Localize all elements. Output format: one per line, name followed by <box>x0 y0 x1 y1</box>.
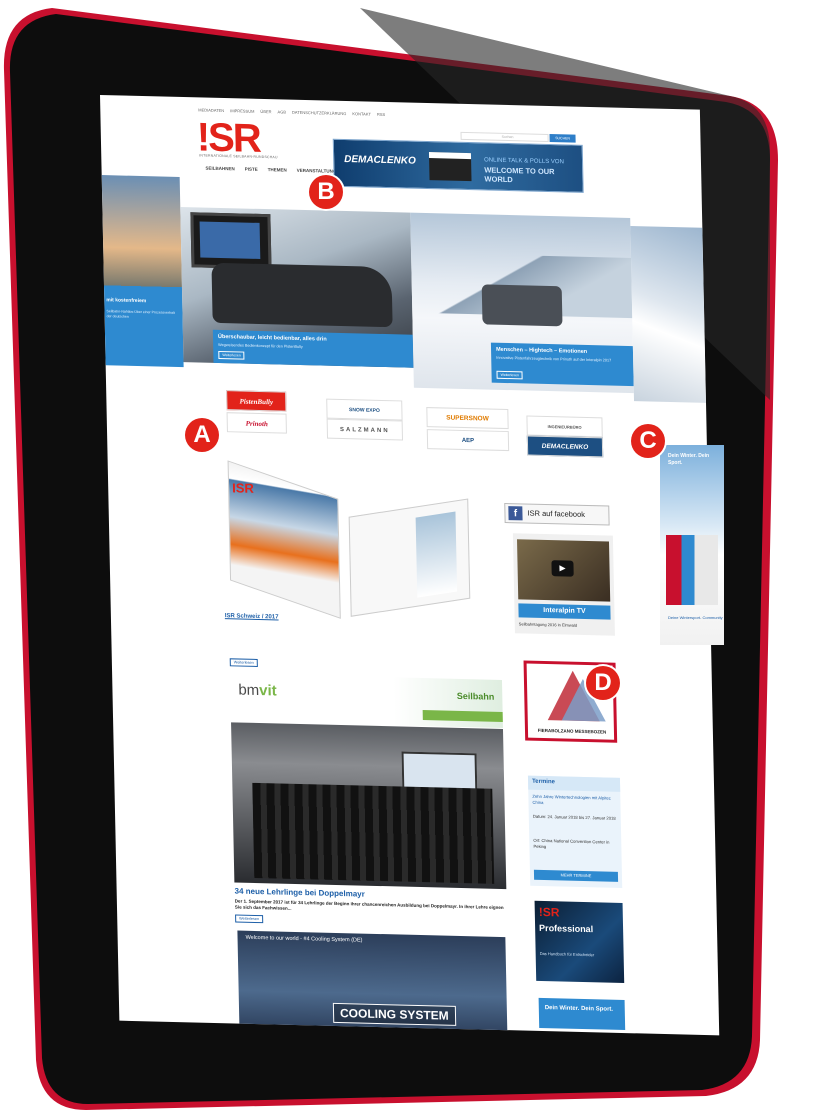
hero-read-more-button[interactable]: Weiterlesen <box>218 350 245 360</box>
left-skyscraper-ad[interactable]: mit kostenfreiem Seilbahn-Nahtlos-Über e… <box>101 175 184 368</box>
event-title[interactable]: Zehn Jahre Wintertechnologien mit Alpite… <box>532 794 616 807</box>
isr-logo[interactable]: !SR <box>196 115 260 161</box>
hero-caption: Überschaubar, leicht bedienbar, alles dr… <box>212 329 414 368</box>
hero-slide-mountains[interactable] <box>630 225 707 403</box>
winter-sport-ad[interactable]: Dein Winter. Dein Sport. <box>538 997 626 1031</box>
right-skyscraper-ad[interactable]: Dein Winter. Dein Sport. Deine Winterspo… <box>660 445 724 645</box>
hero-subtitle: Innovative Pistenfahrzeugtechnik von Pri… <box>496 355 612 363</box>
events-widget: Termine Zehn Jahre Wintertechnologien mi… <box>527 775 623 888</box>
bmvit-logo: bmvit <box>238 681 277 700</box>
marker-a: A <box>185 418 219 452</box>
util-link-mediadaten[interactable]: MEDIADATEN <box>198 107 224 113</box>
fiera-ad-text: FIERABOLZANO MESSEBOZEN <box>537 727 607 735</box>
event-date: Datum: 24. Januar 2018 bis 27. Januar 20… <box>532 813 616 821</box>
video-player[interactable]: Welcome to our world - #4 Cooling System… <box>237 930 508 1036</box>
control-panel-image <box>211 262 393 328</box>
group-photo <box>252 782 495 884</box>
hero-title: Menschen – Hightech – Emotionen <box>495 346 588 355</box>
util-link-impressum[interactable]: IMPRESSUM <box>230 108 254 114</box>
magazine-open-spread <box>348 498 471 617</box>
video-title: Welcome to our world - #4 Cooling System… <box>245 934 363 944</box>
bmvit-banner[interactable]: bmvit Seilbahn <box>230 673 503 728</box>
skiers-image <box>666 535 718 605</box>
facebook-button[interactable]: f ISR auf facebook <box>504 502 610 526</box>
util-link-datenschutz[interactable]: DATENSCHUTZERKLÄRUNG <box>292 110 346 116</box>
magazine-link[interactable]: ISR Schweiz / 2017 <box>225 613 279 620</box>
prof-ad-logo: !SR <box>538 904 560 920</box>
tv-label[interactable]: Interalpin TV <box>518 603 611 620</box>
winter-ad-text: Dein Winter. Dein Sport. <box>544 1005 614 1013</box>
left-ad-text: Seilbahn-Nahtlos-Über einer Prozessverha… <box>106 309 175 319</box>
green-accent-bar <box>422 710 503 722</box>
banner-headline: WELCOME TO OUR WORLD <box>484 165 555 185</box>
facebook-icon: f <box>508 506 523 521</box>
sponsor-snow-expo[interactable]: SNOW EXPO <box>326 398 403 421</box>
facebook-label: ISR auf facebook <box>527 508 586 519</box>
hero-read-more-button[interactable]: Weiterlesen <box>496 370 524 380</box>
nav-piste[interactable]: PISTE <box>245 167 258 172</box>
interalpin-tv-widget: ▶ Interalpin TV Seilbahntagung 2016 in E… <box>512 533 615 636</box>
prof-ad-title: Professional <box>539 922 594 935</box>
util-link-agb[interactable]: AGB <box>277 109 286 114</box>
sponsor-prinoth[interactable]: Prinoth <box>226 412 287 434</box>
util-link-rss[interactable]: RSS <box>377 112 385 117</box>
util-link-ueber[interactable]: ÜBER <box>260 109 271 114</box>
isr-professional-ad[interactable]: !SR Professional Das Handbuch für Entsch… <box>534 900 625 984</box>
nav-seilbahnen[interactable]: SEILBAHNEN <box>205 166 234 172</box>
marker-c: C <box>631 424 665 458</box>
sponsor-aep[interactable]: AEP <box>426 429 510 452</box>
marker-d: D <box>586 666 620 700</box>
news-text: Der 1. September 2017 ist für 34 Lehrlin… <box>234 898 504 911</box>
sponsor-ingenieurbuero[interactable]: INGENIEURBÜRO <box>526 415 603 438</box>
sponsor-pistenbully[interactable]: PistenBully <box>226 390 287 412</box>
prof-ad-subtitle: Das Handbuch für Entscheider <box>539 950 595 958</box>
news-title[interactable]: 34 neue Lehrlinge bei Doppelmayr <box>234 886 364 898</box>
right-ad-subtitle: Deine Wintersport- Community <box>668 615 723 620</box>
more-events-button[interactable]: MEHR TERMINE <box>533 869 619 882</box>
right-ad-title: Dein Winter. Dein Sport. <box>668 453 710 466</box>
sponsor-supersnow[interactable]: SUPERSNOW <box>426 407 509 430</box>
hero-caption: Menschen – Hightech – Emotionen Innovati… <box>490 342 634 387</box>
magazine-cover-image[interactable]: ISR <box>218 460 491 619</box>
video-label: COOLING SYSTEM <box>332 1002 456 1026</box>
sponsor-salzmann[interactable]: SALZMANN <box>326 418 404 441</box>
left-ad-title: mit kostenfreiem <box>106 297 147 305</box>
hero-title: Überschaubar, leicht bedienbar, alles dr… <box>217 333 327 343</box>
hero-subtitle: Wegweisendes Bedienkonzept für den Piste… <box>218 342 303 350</box>
sponsor-demaclenko[interactable]: DEMACLENKO <box>526 435 604 458</box>
demaclenko-top-banner[interactable]: DEMACLENKO ONLINE TALK & POLLS VON WELCO… <box>332 138 584 193</box>
magazine-logo: ISR <box>231 480 254 496</box>
clapperboard-icon <box>428 152 472 182</box>
news-photo-apprentices[interactable] <box>231 722 507 890</box>
banner-tagline: ONLINE TALK & POLLS VON <box>484 157 564 166</box>
snow-groomer-image <box>481 284 563 327</box>
events-heading: Termine <box>527 775 621 792</box>
marker-b: B <box>309 175 343 209</box>
event-location: Ort: China National Convention Center in… <box>533 837 610 849</box>
hero-slide-prinoth[interactable]: Menschen – Hightech – Emotionen Innovati… <box>410 212 634 394</box>
web-page-screen: MEDIADATEN IMPRESSUM ÜBER AGB DATENSCHUT… <box>100 95 720 1036</box>
search-input[interactable]: Suchen <box>460 131 549 142</box>
demaclenko-logo: DEMACLENKO <box>344 153 416 167</box>
tv-caption[interactable]: Seilbahntagung 2016 in Elmwald <box>519 621 577 627</box>
play-icon[interactable]: ▶ <box>551 560 574 577</box>
search-button[interactable]: SUCHEN <box>549 134 576 143</box>
util-link-kontakt[interactable]: KONTAKT <box>352 111 371 116</box>
hero-slide-pistenbully[interactable]: Überschaubar, leicht bedienbar, alles dr… <box>180 206 414 368</box>
nav-themen[interactable]: THEMEN <box>268 167 287 172</box>
control-display-image <box>190 212 272 270</box>
read-more-button[interactable]: Weiterlesen <box>229 658 258 667</box>
tv-video-thumbnail[interactable]: ▶ <box>516 539 611 602</box>
seilbahn-label: Seilbahn <box>456 690 495 702</box>
news-read-more-button[interactable]: Weiterlesen <box>235 914 264 924</box>
